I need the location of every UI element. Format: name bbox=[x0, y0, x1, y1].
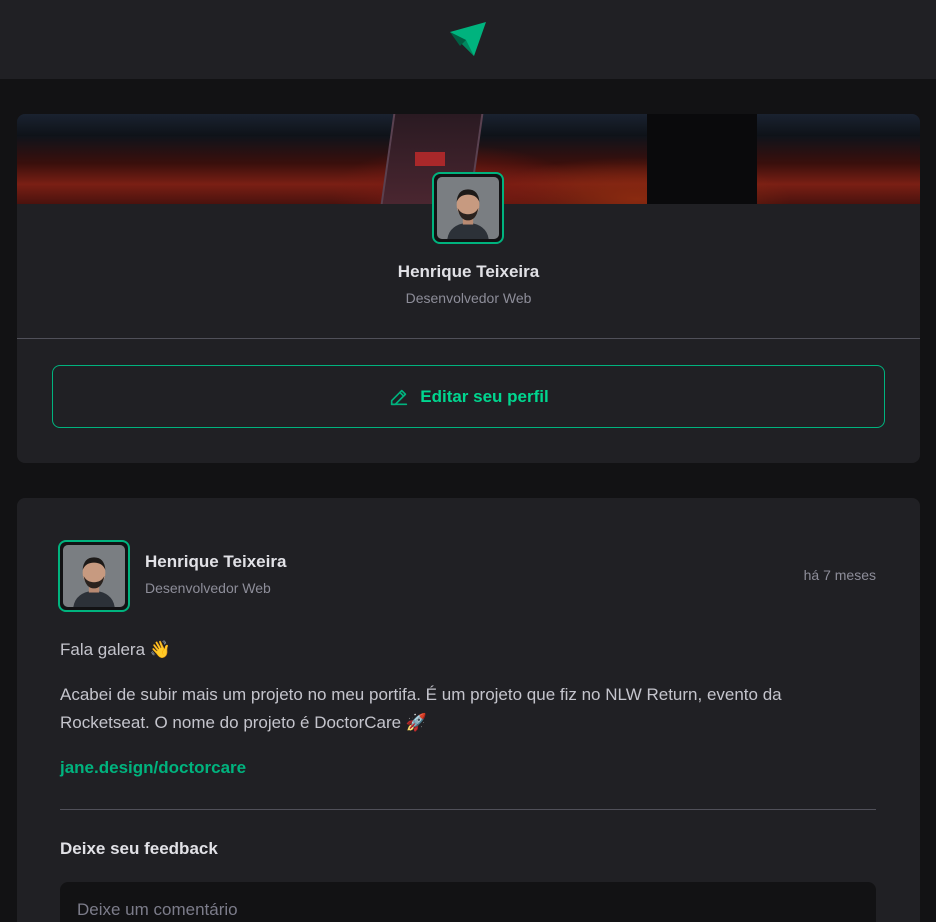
pencil-icon bbox=[391, 389, 408, 405]
person-photo-icon bbox=[437, 177, 499, 239]
edit-profile-button[interactable]: Editar seu perfil bbox=[52, 365, 885, 428]
post-author-avatar[interactable] bbox=[58, 540, 130, 612]
post-link[interactable]: jane.design/doctorcare bbox=[60, 758, 246, 777]
profile-avatar[interactable] bbox=[432, 172, 504, 244]
post-author-role: Desenvolvedor Web bbox=[145, 580, 271, 596]
feedback-title: Deixe seu feedback bbox=[60, 839, 218, 858]
profile-name: Henrique Teixeira bbox=[397, 262, 540, 281]
ignite-logo-icon[interactable] bbox=[448, 20, 488, 60]
post-author-name: Henrique Teixeira bbox=[145, 552, 287, 571]
app-header bbox=[0, 0, 936, 79]
profile-role: Desenvolvedor Web bbox=[405, 290, 532, 306]
comment-input[interactable] bbox=[60, 882, 876, 922]
post-body: Acabei de subir mais um projeto no meu p… bbox=[60, 685, 782, 732]
divider bbox=[60, 809, 876, 810]
post-content: Fala galera 👋 Acabei de subir mais um pr… bbox=[60, 636, 876, 799]
profile-sidebar-card: Henrique Teixeira Desenvolvedor Web Edit… bbox=[17, 114, 920, 463]
post-card: Henrique Teixeira Desenvolvedor Web há 7… bbox=[17, 498, 920, 922]
post-timestamp: há 7 meses bbox=[803, 567, 876, 583]
person-photo-icon bbox=[63, 545, 125, 607]
post-greeting: Fala galera 👋 bbox=[60, 640, 171, 659]
edit-profile-label: Editar seu perfil bbox=[420, 386, 549, 406]
divider bbox=[17, 338, 920, 339]
